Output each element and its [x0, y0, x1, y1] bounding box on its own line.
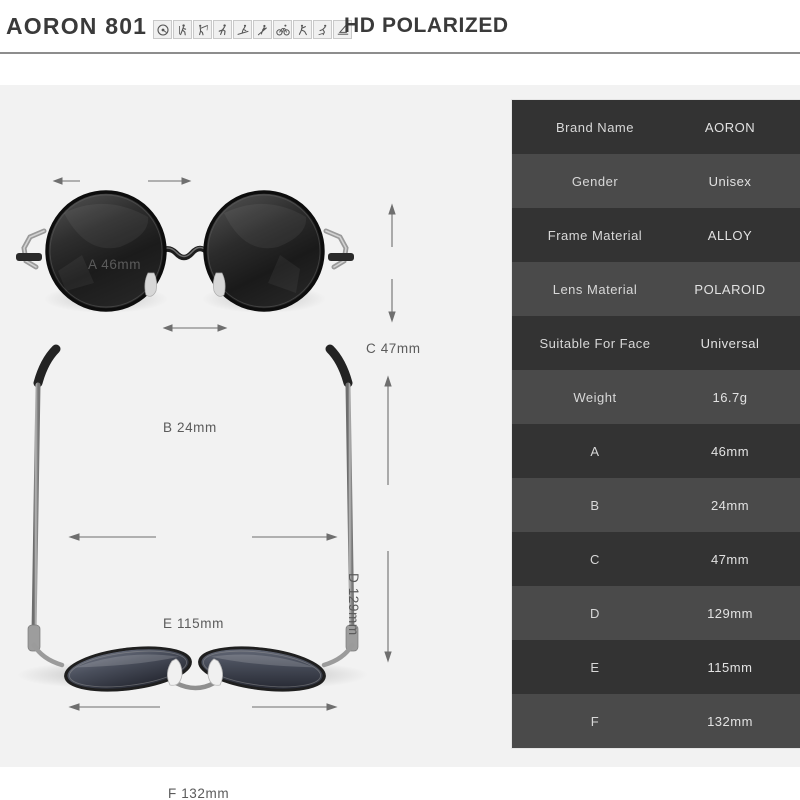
cycling-icon	[273, 20, 292, 39]
table-row: Gender Unisex	[512, 154, 800, 208]
top-view-illustration	[17, 344, 368, 692]
table-row: B 24mm	[512, 478, 800, 532]
spec-value: AORON	[704, 119, 756, 135]
dimension-label-f: F 132mm	[168, 786, 230, 800]
table-row: A 46mm	[512, 424, 800, 478]
table-row: E 115mm	[512, 640, 800, 694]
sunglasses-diagram	[16, 177, 396, 711]
header-spacer	[0, 54, 800, 85]
spec-value: 132mm	[707, 713, 753, 729]
golf-icon	[253, 20, 272, 39]
table-row: D 129mm	[512, 586, 800, 640]
dimension-label-b: B 24mm	[163, 420, 217, 435]
climbing-icon	[293, 20, 312, 39]
spec-value: 47mm	[710, 551, 750, 567]
spec-label: B	[590, 497, 600, 513]
product-spec-page: AORON 801 HD POLARIZED A 46mm B 24mm C 4…	[0, 0, 800, 800]
skiing-icon	[233, 20, 252, 39]
spec-value: Unisex	[708, 173, 752, 189]
spec-label: Brand Name	[556, 119, 634, 135]
spec-value: 46mm	[710, 443, 750, 459]
skating-icon	[313, 20, 332, 39]
brand-title: AORON 801	[6, 13, 148, 39]
spec-value: Universal	[700, 335, 760, 351]
fishing-icon	[193, 20, 212, 39]
dimension-label-a: A 46mm	[88, 257, 142, 272]
dimension-label-e: E 115mm	[163, 616, 224, 631]
spec-label: Lens Material	[552, 281, 638, 297]
table-row: Frame Material ALLOY	[512, 208, 800, 262]
spec-label: Suitable For Face	[539, 335, 651, 351]
spec-label: D	[590, 605, 600, 621]
dimension-label-c: C 47mm	[366, 341, 421, 356]
spec-value: ALLOY	[707, 227, 753, 243]
spec-label: E	[590, 659, 600, 675]
spec-value: 16.7g	[712, 389, 748, 405]
running-icon	[213, 20, 232, 39]
spec-value: POLAROID	[694, 281, 766, 297]
product-illustration-pane: A 46mm B 24mm C 47mm D 129mm E 115mm F 1…	[0, 85, 512, 800]
front-view-illustration	[16, 190, 354, 313]
spec-label: Gender	[571, 173, 619, 189]
spec-value: 24mm	[710, 497, 750, 513]
table-row: Suitable For Face Universal	[512, 316, 800, 370]
sport-icon-strip	[153, 20, 352, 39]
specification-table: Brand Name AORON Gender Unisex Frame Mat…	[512, 100, 800, 748]
table-row: F 132mm	[512, 694, 800, 748]
spec-value: 115mm	[707, 659, 753, 675]
spec-label: Weight	[573, 389, 617, 405]
bottom-spacer	[0, 767, 800, 800]
dimension-label-d: D 129mm	[346, 573, 361, 636]
page-header: AORON 801 HD POLARIZED	[0, 0, 800, 54]
driving-icon	[153, 20, 172, 39]
spec-value: 129mm	[707, 605, 753, 621]
polarized-title: HD POLARIZED	[344, 14, 509, 37]
spec-label: Frame Material	[547, 227, 643, 243]
table-row: C 47mm	[512, 532, 800, 586]
hiking-icon	[173, 20, 192, 39]
spec-label: C	[590, 551, 600, 567]
table-row: Brand Name AORON	[512, 100, 800, 154]
spec-label: A	[590, 443, 600, 459]
spec-label: F	[590, 713, 600, 729]
table-row: Weight 16.7g	[512, 370, 800, 424]
table-row: Lens Material POLAROID	[512, 262, 800, 316]
